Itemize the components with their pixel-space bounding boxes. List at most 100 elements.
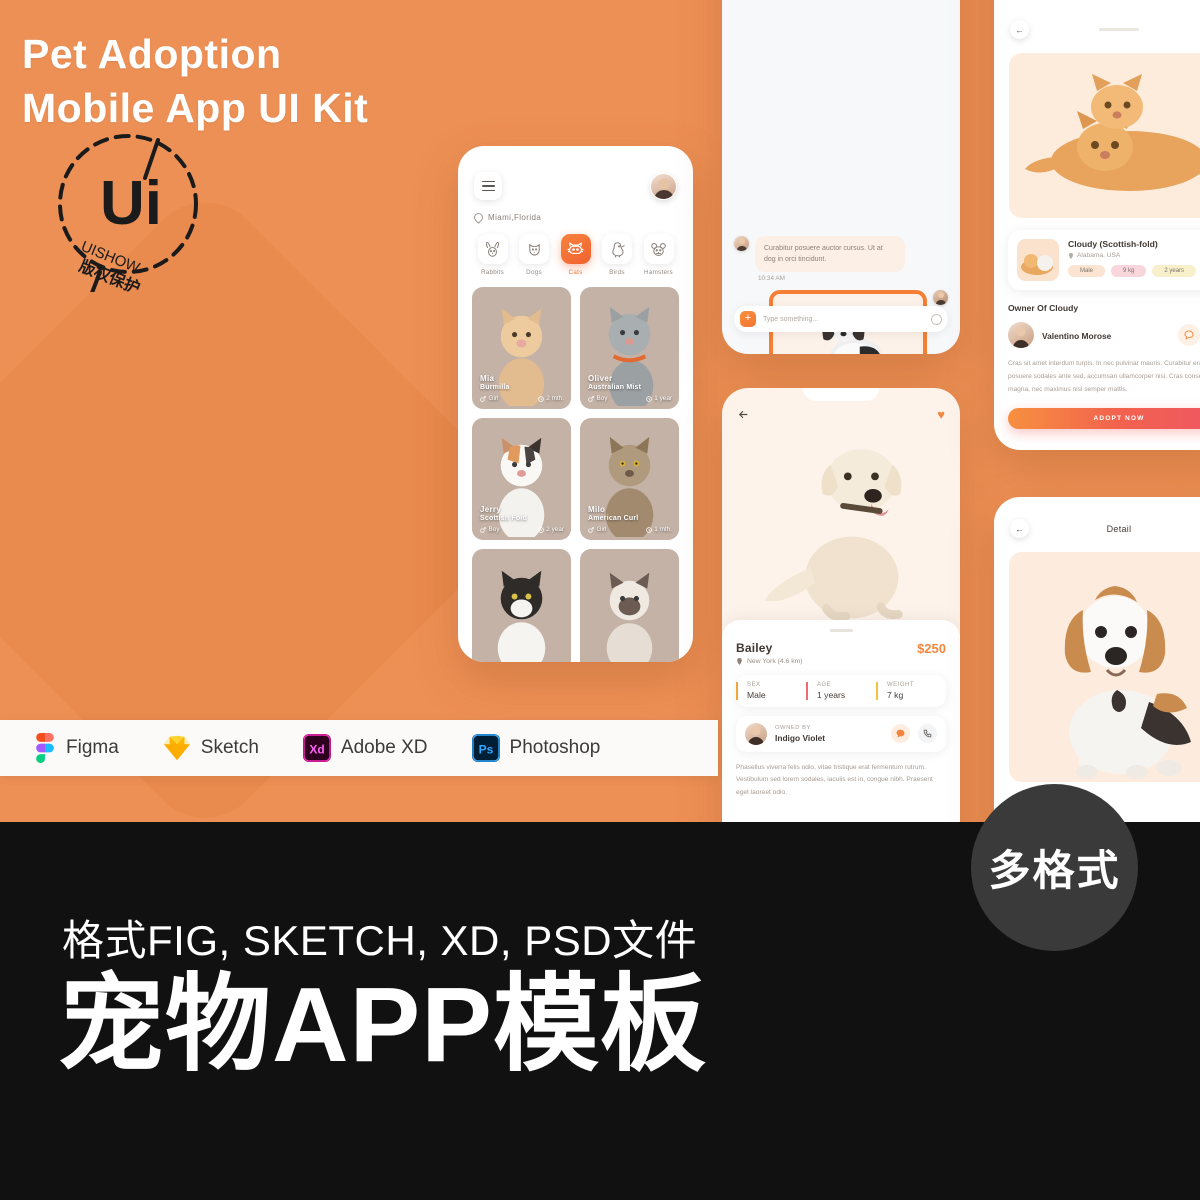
owner-name: Indigo Violet <box>775 732 826 743</box>
back-arrow-icon[interactable]: ← <box>1010 519 1029 538</box>
chat-bubble-icon[interactable] <box>891 724 910 744</box>
adopt-now-button[interactable]: ADOPT NOW <box>1008 407 1200 429</box>
logo-label: Adobe XD <box>340 737 428 758</box>
owner-heading: Owner Of Cloudy <box>1008 303 1079 313</box>
sheet-grabber[interactable] <box>829 629 853 632</box>
pet-photo <box>497 570 546 662</box>
location-row[interactable]: Miami,Florida <box>472 211 677 224</box>
cloudy-summary-card: Cloudy (Scottish-fold) Alabama, USA Male… <box>1008 230 1200 290</box>
pet-age: 2 mth. <box>537 395 564 402</box>
category-dogs[interactable]: Dogs <box>516 234 553 276</box>
pet-sex: Girl <box>588 526 606 533</box>
category-label: Birds <box>609 269 625 276</box>
pet-name: Oliver <box>588 374 613 383</box>
pet-breed: Australian Mist <box>588 384 642 391</box>
pet-breed: Burmilla <box>480 384 510 391</box>
pet-description: Cras sit amet interdum turpis. In nec pu… <box>1008 360 1200 394</box>
banner-title: 宠物APP模板 <box>58 966 707 1084</box>
sheet-grabber <box>1099 28 1139 31</box>
pet-photo <box>606 572 653 662</box>
pet-breed: American Curl <box>588 515 639 522</box>
user-avatar[interactable] <box>650 172 677 200</box>
back-arrow-icon[interactable]: ← <box>1010 20 1029 39</box>
owner-avatar <box>1008 322 1034 348</box>
gender-icon <box>588 526 594 533</box>
pet-sex: Boy <box>480 526 500 533</box>
pet-age: 1 year <box>645 395 672 402</box>
category-label: Rabbits <box>480 269 505 276</box>
pet-card[interactable] <box>580 549 679 662</box>
category-birds[interactable]: Birds <box>599 234 636 276</box>
logo-item-adobexd: Xd Adobe XD <box>281 734 450 762</box>
owner-row: Valentino Morose <box>1008 322 1200 348</box>
cat-icon <box>560 234 591 264</box>
phone-screen-catalog: Miami,Florida Rabbits Dogs Cats Birds Ha… <box>458 146 693 662</box>
emoji-icon[interactable] <box>931 313 942 325</box>
logo-label: Photoshop <box>509 737 601 758</box>
chat-message-row: Curabitur posuere auctor cursus. Ut at d… <box>734 236 948 273</box>
pet-attribute-chips: Male 9 kg 2 years <box>1068 265 1200 277</box>
watermark-stamp: Ui UISHOW 版权保护 <box>40 112 220 300</box>
phone-notch <box>532 146 619 162</box>
pet-card[interactable]: Oliver Australian Mist Boy 1 year <box>580 287 679 409</box>
software-logo-bar: Figma Sketch Xd Adobe XD Ps Photoshop <box>0 720 718 776</box>
spec-age: AGE 1 years <box>806 681 876 700</box>
clock-icon <box>537 526 544 533</box>
pet-card[interactable]: Mia Burmilla Girl 2 mth. <box>472 287 571 409</box>
pet-description: Phasellus viverra felis odio, vitae tris… <box>736 763 933 797</box>
location-pin-icon <box>737 657 742 665</box>
category-label: Dogs <box>526 269 542 276</box>
gender-icon <box>480 526 486 533</box>
multi-format-badge: 多格式 <box>971 784 1138 951</box>
bird-icon <box>602 234 632 264</box>
location-pin-icon <box>1069 252 1073 259</box>
add-attachment-button[interactable]: + <box>740 311 756 327</box>
phone-icon[interactable] <box>918 724 937 744</box>
spec-sex: SEX Male <box>736 681 806 700</box>
phone-screen-bailey-detail: ♥ Bailey New York (4.6 km) $250 SEX Male… <box>722 388 960 822</box>
chat-bubble-icon[interactable] <box>1178 324 1200 346</box>
clock-icon <box>645 395 652 402</box>
spec-weight: WEIGHT 7 kg <box>876 681 946 700</box>
pet-location: New York (4.6 km) <box>736 657 803 665</box>
logo-item-sketch: Sketch <box>141 735 281 761</box>
chat-message-input[interactable]: Type something... <box>763 316 924 323</box>
chat-bubble-incoming: Curabitur posuere auctor cursus. Ut at d… <box>755 236 905 273</box>
hamburger-icon[interactable] <box>474 172 502 200</box>
sketch-logo <box>163 735 190 761</box>
back-arrow-icon[interactable] <box>737 408 750 421</box>
phone-screen-beagle-detail: ← Detail ♡ <box>994 497 1200 822</box>
hero-section: Pet Adoption Mobile App UI Kit Ui UISHOW… <box>0 0 1200 822</box>
chat-input-bar[interactable]: + Type something... <box>734 306 948 332</box>
pet-card[interactable]: Milo American Curl Girl 1 mth. <box>580 418 679 540</box>
pet-breed: Scottish Fold <box>480 515 527 522</box>
category-label: Cats <box>568 269 583 276</box>
pet-name: Milo <box>588 505 606 514</box>
hamster-icon <box>643 234 674 264</box>
dog-icon <box>519 234 549 264</box>
screen-title: Detail <box>1106 523 1132 534</box>
logo-label: Sketch <box>200 737 259 758</box>
pet-age: 1 mth. <box>645 526 672 533</box>
svg-text:Ps: Ps <box>478 743 493 757</box>
bailey-photo <box>722 422 960 626</box>
category-rabbits[interactable]: Rabbits <box>474 234 511 276</box>
beagle-photo <box>1009 552 1200 782</box>
heart-icon[interactable]: ♥ <box>937 407 945 422</box>
pet-name: Jerry <box>480 505 502 514</box>
gender-icon <box>480 395 486 402</box>
category-hamsters[interactable]: Hamsters <box>640 234 677 276</box>
pet-price: $250 <box>917 640 946 656</box>
pet-name: Mia <box>480 374 495 383</box>
location-label: Miami,Florida <box>488 213 542 222</box>
clock-icon <box>537 395 544 402</box>
contact-avatar <box>734 236 749 251</box>
pet-card[interactable] <box>472 549 571 662</box>
owner-name: Valentino Morose <box>1042 331 1112 341</box>
pet-specs: SEX Male AGE 1 years WEIGHT 7 kg <box>736 674 946 707</box>
cloudy-photo <box>1009 53 1200 218</box>
watermark-logo: Ui <box>100 169 162 238</box>
category-cats[interactable]: Cats <box>557 234 594 276</box>
pet-sex: Girl <box>480 395 498 402</box>
pet-card[interactable]: Jerry Scottish Fold Boy 2 year <box>472 418 571 540</box>
